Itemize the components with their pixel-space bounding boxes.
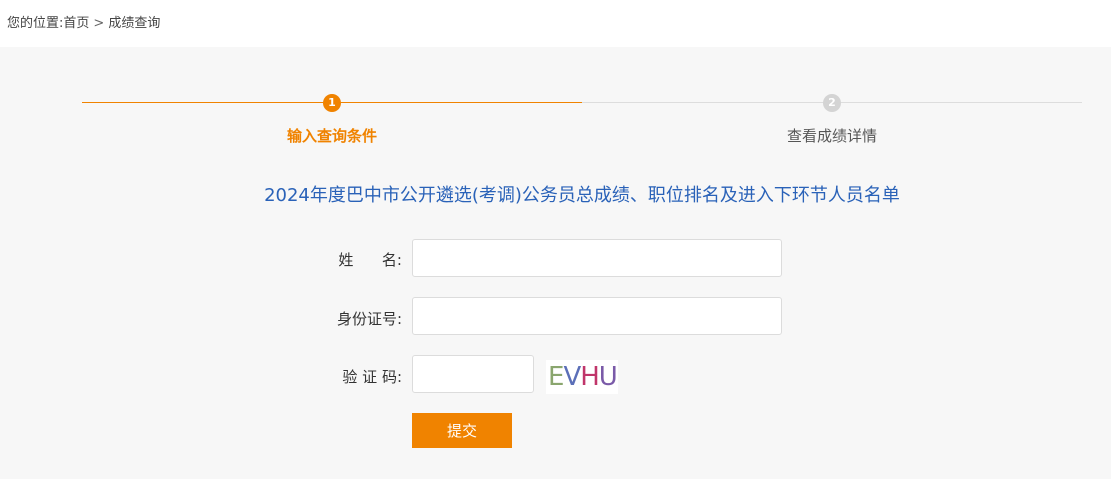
captcha-char-1: E [548,362,564,392]
submit-button[interactable]: 提交 [412,413,512,448]
captcha-char-4: U [598,362,618,392]
name-input[interactable] [412,239,782,277]
captcha-label: 验 证 码: [342,368,402,386]
query-panel: 1 2 输入查询条件 查看成绩详情 2024年度巴中市公开遴选(考调)公务员总成… [0,47,1111,479]
captcha-char-3: H [580,362,600,392]
form-title: 2024年度巴中市公开遴选(考调)公务员总成绩、职位排名及进入下环节人员名单 [264,185,900,206]
breadcrumb: 您的位置:首页 > 成绩查询 [7,12,160,31]
step-1-indicator: 1 [323,94,341,112]
id-number-label: 身份证号: [336,310,402,328]
breadcrumb-prefix: 您的位置: [7,16,64,31]
breadcrumb-home-link[interactable]: 首页 [63,12,89,31]
captcha-input[interactable] [412,355,534,393]
breadcrumb-separator: > [93,16,105,31]
step-1-label: 输入查询条件 [286,127,377,145]
captcha-image[interactable]: EVHU [546,360,618,394]
breadcrumb-current: 成绩查询 [108,16,161,31]
step-2-label: 查看成绩详情 [786,127,877,145]
name-label: 姓 名: [338,251,402,269]
step-2-indicator: 2 [823,94,841,112]
id-number-input[interactable] [412,297,782,335]
captcha-char-2: V [563,362,581,392]
captcha-text: EVHU [548,362,618,392]
